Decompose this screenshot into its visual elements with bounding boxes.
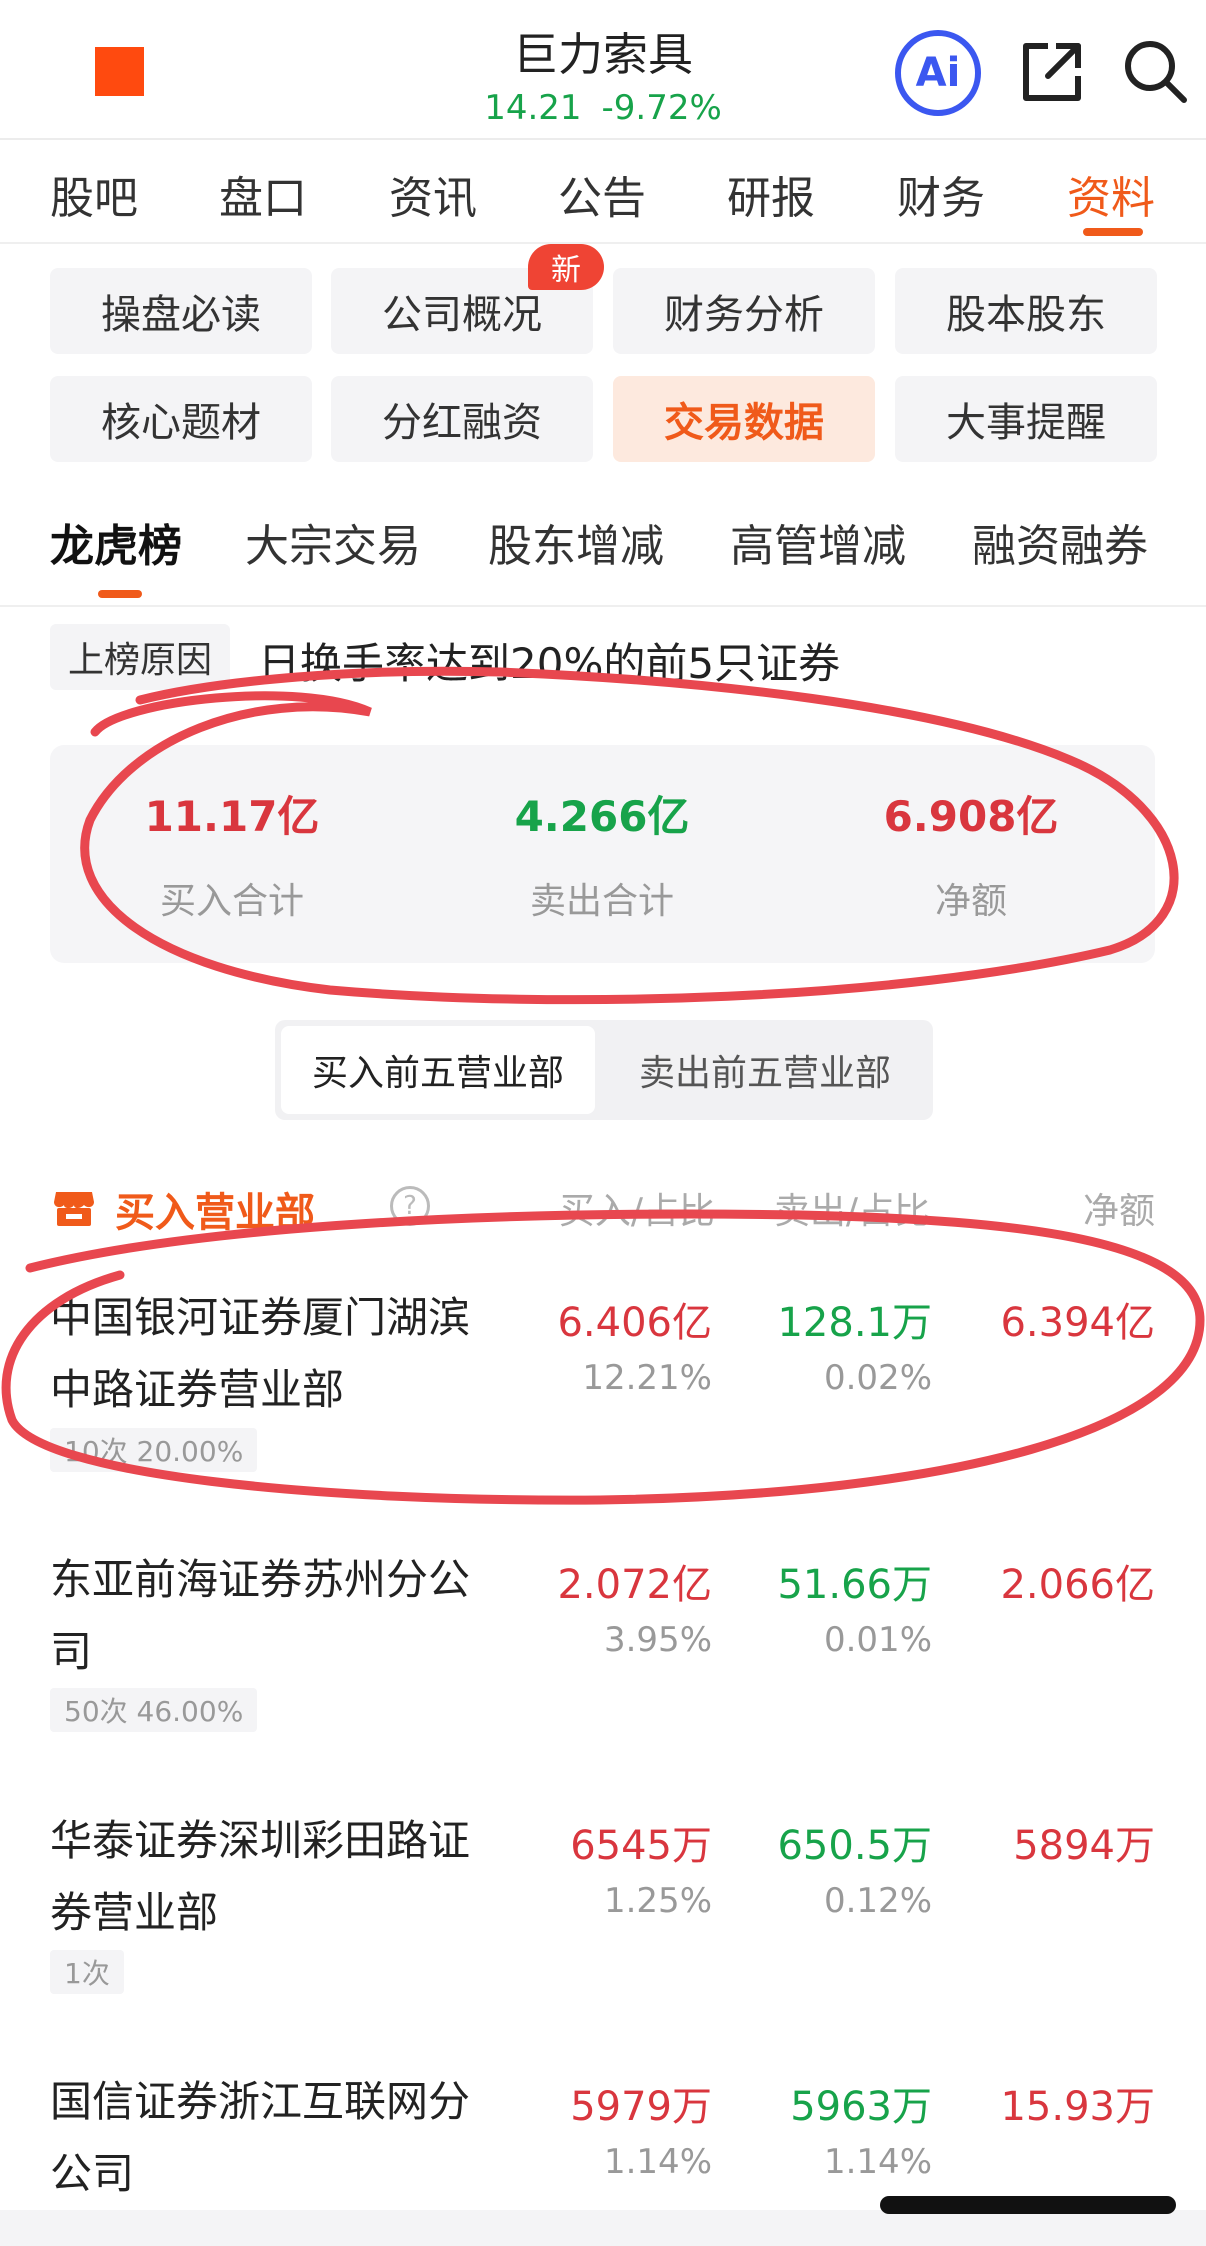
tab-dragon-tiger-list[interactable]: 龙虎榜	[50, 510, 182, 574]
toggle-buy-top5[interactable]: 买入前五营业部	[281, 1026, 595, 1114]
row-4-sell: 5963万	[790, 2084, 932, 2130]
tab-margin-trading[interactable]: 融资融券	[972, 510, 1148, 574]
chip-financial-analysis[interactable]: 财务分析	[613, 268, 875, 354]
tab-block-trade[interactable]: 大宗交易	[245, 510, 421, 574]
tab-pankou[interactable]: 盘口	[219, 162, 307, 226]
row-3-net: 5894万	[1013, 1823, 1155, 1869]
store-icon	[54, 1192, 94, 1226]
buy-total-stat: 11.17亿 买入合计	[82, 783, 382, 924]
row-4-net: 15.93万	[1000, 2084, 1155, 2130]
row-3-badge: 1次	[50, 1950, 124, 1994]
ai-assistant-button[interactable]: Ai	[895, 30, 981, 116]
row-1-name[interactable]: 中国银河证券厦门湖滨中路证券营业部	[50, 1282, 480, 1426]
chip-trading-data[interactable]: 交易数据	[613, 376, 875, 462]
chip-trading-must-read[interactable]: 操盘必读	[50, 268, 312, 354]
row-4-buy-pct: 1.14%	[603, 2142, 712, 2182]
row-2-badge: 50次 46.00%	[50, 1688, 258, 1732]
row-2-sell-pct: 0.01%	[823, 1620, 932, 1660]
row-3-name[interactable]: 华泰证券深圳彩田路证券营业部	[50, 1805, 480, 1949]
row-1-buy-pct: 12.21%	[582, 1358, 712, 1398]
row-4-name[interactable]: 国信证券浙江互联网分公司	[50, 2066, 480, 2210]
row-1-net: 6.394亿	[1000, 1300, 1155, 1346]
row-2-buy: 2.072亿	[557, 1562, 712, 1608]
row-3-buy: 6545万	[570, 1823, 712, 1869]
row-3-sell-pct: 0.12%	[823, 1881, 932, 1921]
main-tab-bar: 股吧 盘口 资讯 公告 研报 财务 资料	[0, 150, 1206, 245]
buy-total-value: 11.17亿	[144, 792, 320, 841]
tab-research[interactable]: 研报	[727, 162, 815, 226]
row-1-sell: 128.1万	[777, 1300, 932, 1346]
reason-text: 日换手率达到20%的前5只证券	[258, 639, 841, 688]
tab-profile[interactable]: 资料	[1067, 162, 1155, 226]
active-tab-indicator	[1083, 228, 1143, 236]
divider	[0, 242, 1206, 244]
net-stat: 6.908亿 净额	[821, 783, 1121, 924]
tab-announcements[interactable]: 公告	[558, 162, 646, 226]
chip-event-reminder[interactable]: 大事提醒	[895, 376, 1157, 462]
col-header-buy: 买入/占比	[558, 1191, 715, 1232]
sell-total-value: 4.266亿	[514, 792, 690, 841]
chip-dividend-financing[interactable]: 分红融资	[331, 376, 593, 462]
sell-total-stat: 4.266亿 卖出合计	[452, 783, 752, 924]
tab-shareholder-changes[interactable]: 股东增减	[488, 510, 664, 574]
reason-label: 上榜原因	[50, 624, 230, 690]
row-2-name[interactable]: 东亚前海证券苏州分公司	[50, 1544, 480, 1688]
row-4-buy: 5979万	[570, 2084, 712, 2130]
search-icon[interactable]	[1122, 38, 1188, 104]
share-icon[interactable]	[1020, 40, 1084, 104]
chip-core-themes[interactable]: 核心题材	[50, 376, 312, 462]
bottom-nav-bar	[0, 2210, 1206, 2246]
row-2-buy-pct: 3.95%	[603, 1620, 712, 1660]
row-4-sell-pct: 1.14%	[823, 2142, 932, 2182]
row-2-net: 2.066亿	[1000, 1562, 1155, 1608]
table-title: 买入营业部	[115, 1190, 315, 1236]
net-value: 6.908亿	[883, 792, 1059, 841]
col-header-sell: 卖出/占比	[773, 1191, 930, 1232]
tab-executive-changes[interactable]: 高管增减	[730, 510, 906, 574]
tab-finance[interactable]: 财务	[897, 162, 985, 226]
row-1-sell-pct: 0.02%	[823, 1358, 932, 1398]
tab-guba[interactable]: 股吧	[50, 162, 138, 226]
chip-shareholders[interactable]: 股本股东	[895, 268, 1157, 354]
divider	[0, 138, 1206, 140]
tab-news[interactable]: 资讯	[389, 162, 477, 226]
divider	[0, 605, 1206, 607]
help-icon[interactable]: ?	[390, 1186, 430, 1226]
net-label: 净额	[934, 881, 1007, 922]
home-indicator	[880, 2196, 1176, 2214]
buy-total-label: 买入合计	[159, 881, 304, 922]
new-badge: 新	[528, 244, 604, 290]
row-3-sell: 650.5万	[777, 1823, 932, 1869]
summary-card: 11.17亿 买入合计 4.266亿 卖出合计 6.908亿 净额	[50, 745, 1155, 963]
toggle-sell-top5[interactable]: 卖出前五营业部	[605, 1026, 925, 1114]
row-1-badge: 10次 20.00%	[50, 1428, 258, 1472]
row-1-buy: 6.406亿	[557, 1300, 712, 1346]
col-header-net: 净额	[1082, 1191, 1155, 1232]
row-2-sell: 51.66万	[777, 1562, 932, 1608]
stock-change: -9.72%	[601, 88, 722, 128]
row-3-buy-pct: 1.25%	[603, 1881, 712, 1921]
header: 巨力索具 14.21 -9.72% Ai	[0, 0, 1206, 138]
stock-price: 14.21	[484, 88, 582, 128]
buy-sell-toggle: 买入前五营业部 卖出前五营业部	[275, 1020, 933, 1120]
section-tab-indicator	[98, 590, 142, 598]
sell-total-label: 卖出合计	[529, 881, 674, 922]
